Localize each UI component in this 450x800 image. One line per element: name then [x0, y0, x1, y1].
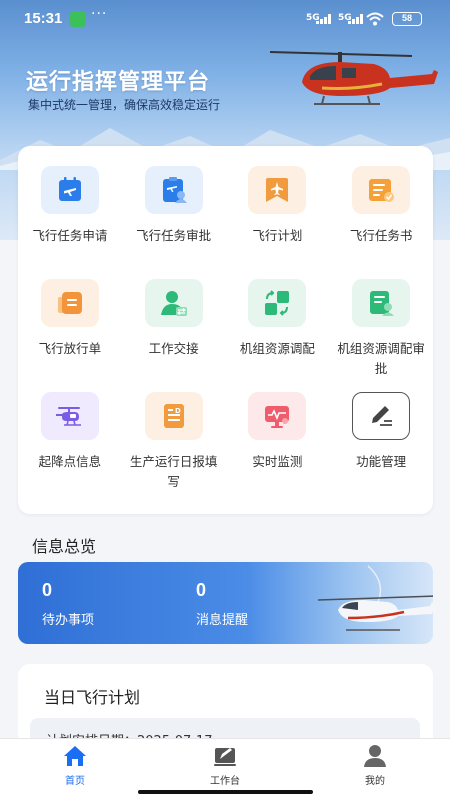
- function-flight-approval[interactable]: 飞行任务审批: [122, 166, 226, 279]
- wifi-icon: [366, 12, 384, 26]
- helicopter-illustration: [269, 51, 438, 105]
- monitor-icon: [248, 392, 307, 440]
- function-landing-points[interactable]: 起降点信息: [18, 392, 122, 505]
- function-label: 飞行任务申请: [32, 228, 108, 243]
- helicopter-illustration: [317, 565, 433, 631]
- function-label: 机组资源调配审批: [337, 341, 425, 376]
- messages-label: 消息提醒: [196, 613, 249, 628]
- function-label: 实时监测: [252, 454, 303, 469]
- function-grid: 飞行任务申请 飞行任务审批 飞行计划 飞行任务书 飞行放行单 工作交接 机组资源…: [18, 166, 433, 505]
- airplane-bookmark-icon: [248, 166, 307, 214]
- battery-icon: 58: [392, 12, 422, 26]
- helicopter-icon: [40, 392, 99, 440]
- tab-label: 首页: [65, 776, 85, 787]
- release-form-icon: [40, 279, 99, 327]
- page-title: 运行指挥管理平台: [26, 70, 211, 95]
- tab-workbench[interactable]: 工作台: [150, 739, 300, 789]
- tab-home[interactable]: 首页: [0, 739, 150, 789]
- function-flight-plan[interactable]: 飞行计划: [226, 166, 330, 279]
- workbench-icon: [214, 748, 236, 766]
- overview-title: 信息总览: [32, 537, 97, 556]
- status-time: 15:31: [24, 10, 63, 27]
- wechat-icon: [70, 11, 86, 27]
- daily-report-icon: D: [144, 392, 203, 440]
- resource-swap-icon: [248, 279, 307, 327]
- status-bar: 15:31 ··· 5G 5G 58: [0, 0, 450, 40]
- pending-label: 待办事项: [42, 613, 95, 628]
- resource-approval-icon: [352, 279, 411, 327]
- function-label: 功能管理: [356, 454, 407, 469]
- messages-count: 0: [196, 580, 207, 600]
- function-work-handover[interactable]: 工作交接: [122, 279, 226, 392]
- function-label: 生产运行日报填写: [129, 454, 218, 489]
- function-resource-allocation[interactable]: 机组资源调配: [226, 279, 330, 392]
- function-daily-report[interactable]: D 生产运行日报填写: [122, 392, 226, 505]
- function-label: 飞行放行单: [38, 341, 102, 356]
- function-label: 起降点信息: [38, 454, 102, 469]
- svg-text:D: D: [175, 407, 181, 415]
- home-indicator: [138, 790, 313, 794]
- flight-approval-icon: [144, 166, 203, 214]
- message-reminders[interactable]: 0 消息提醒: [196, 580, 248, 628]
- function-realtime-monitoring[interactable]: 实时监测: [226, 392, 330, 505]
- edit-icon: [352, 392, 411, 440]
- tab-profile[interactable]: 我的: [300, 739, 450, 789]
- function-label: 飞行计划: [252, 228, 303, 243]
- user-handover-icon: [144, 279, 203, 327]
- function-release-form[interactable]: 飞行放行单: [18, 279, 122, 392]
- signal-bars-icon: [348, 14, 366, 24]
- user-icon: [364, 745, 386, 767]
- tab-label: 工作台: [210, 776, 240, 787]
- pending-items[interactable]: 0 待办事项: [42, 580, 94, 628]
- signal-bars-icon: [316, 14, 334, 24]
- function-task-document[interactable]: 飞行任务书: [329, 166, 433, 279]
- function-flight-application[interactable]: 飞行任务申请: [18, 166, 122, 279]
- function-label: 飞行任务书: [349, 228, 413, 243]
- function-label: 飞行任务审批: [136, 228, 212, 243]
- function-grid-card: 飞行任务申请 飞行任务审批 飞行计划 飞行任务书 飞行放行单 工作交接 机组资源…: [18, 146, 433, 514]
- function-management[interactable]: 功能管理: [329, 392, 433, 505]
- function-label: 工作交接: [148, 341, 199, 356]
- function-resource-approval[interactable]: 机组资源调配审批: [329, 279, 433, 392]
- page-subtitle: 集中式统一管理，确保高效稳定运行: [28, 98, 221, 112]
- overview-banner: 0 待办事项 0 消息提醒: [18, 562, 433, 644]
- function-label: 机组资源调配: [239, 341, 315, 356]
- home-icon: [64, 746, 86, 766]
- pending-count: 0: [42, 580, 53, 600]
- daily-plan-title: 当日飞行计划: [44, 688, 141, 707]
- tab-label: 我的: [365, 776, 385, 787]
- more-notifications-icon: ···: [91, 6, 108, 22]
- task-document-icon: [352, 166, 411, 214]
- flight-application-icon: [40, 166, 99, 214]
